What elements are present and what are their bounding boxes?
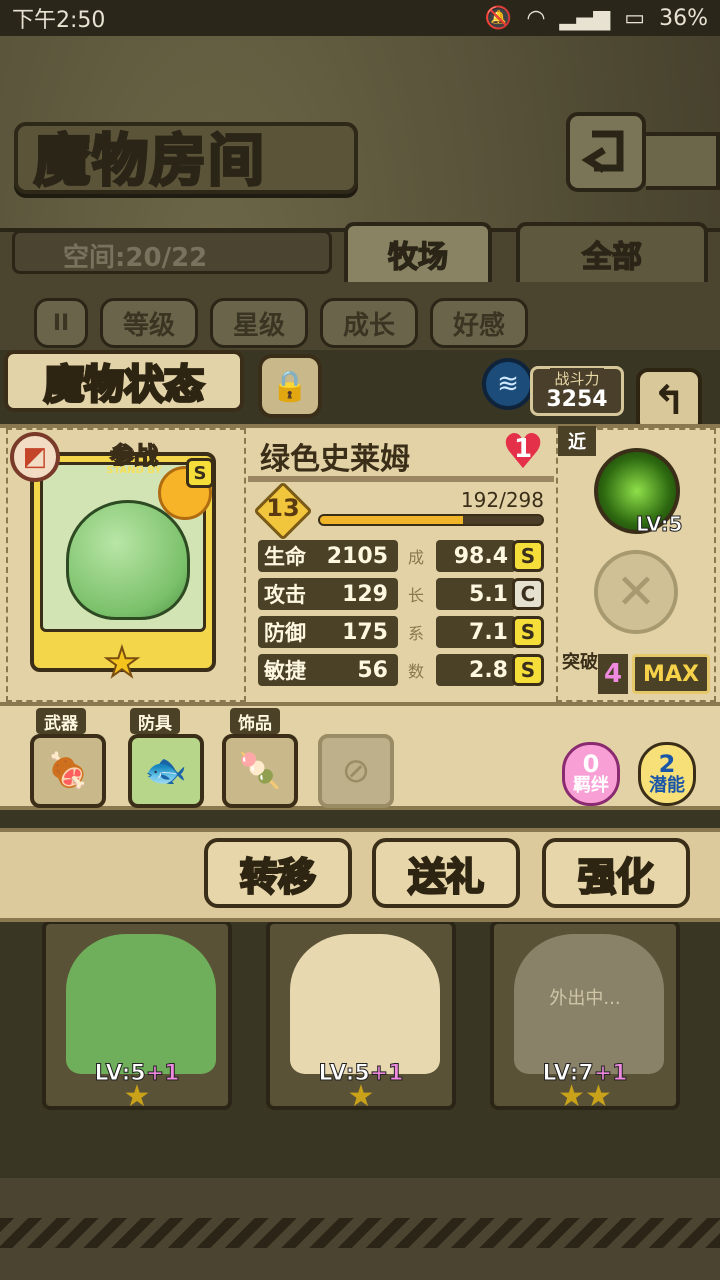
filter-growth[interactable]: 成长 — [320, 298, 419, 348]
power-box: 战斗力 3254 — [530, 366, 624, 416]
growth-char: 成 — [408, 548, 425, 567]
filter-row: II 等级 星级 成长 好感 — [34, 298, 529, 348]
roster-card[interactable]: 外出中... LV:7+1 ★★ — [490, 920, 680, 1110]
stat-row: 敏捷 56 数 2.8 S — [258, 654, 548, 686]
growth-char: 系 — [408, 624, 425, 643]
status-title: 魔物状态 — [4, 350, 244, 412]
grade-badge: S — [512, 616, 544, 648]
status-bar: 下午2:50 🔕 ◠ ▂▄▆ ▭ 36% — [0, 0, 720, 36]
exp-fill — [320, 516, 463, 524]
breakthrough-value: 4 — [598, 654, 628, 694]
weapon-slot[interactable]: 🍖 — [30, 734, 106, 808]
empty-skill-slot[interactable]: ✕ — [594, 550, 678, 634]
standby-banner: 参战 STAND BY — [106, 441, 162, 476]
potential-label: 潜能 — [649, 775, 685, 796]
grade-badge: S — [512, 654, 544, 686]
star-icon: ★★ — [558, 1079, 612, 1110]
potential-button[interactable]: 2 潜能 — [638, 742, 696, 806]
bond-value: 0 — [582, 750, 600, 778]
battery-icon: ▭ — [624, 5, 646, 31]
growth-value: 98.4 — [436, 540, 516, 572]
stat-value: 129 — [342, 581, 388, 607]
filter-star[interactable]: 星级 — [210, 298, 309, 348]
gift-button[interactable]: 送礼 — [372, 838, 520, 908]
tab-ranch[interactable]: 牧场 — [344, 222, 492, 282]
return-arrow-icon — [581, 130, 624, 173]
lock-button[interactable]: 🔒 — [258, 354, 322, 418]
locked-slot: ⊘ — [318, 734, 394, 808]
level-value: 13 — [266, 494, 300, 522]
role-icon: ◩ — [10, 432, 60, 482]
torn-edge — [0, 1218, 720, 1248]
potential-value: 2 — [658, 750, 676, 778]
star-icon: ★ — [103, 639, 141, 687]
growth-char: 长 — [408, 586, 425, 605]
growth-value: 7.1 — [436, 616, 516, 648]
grade-badge: C — [512, 578, 544, 610]
weapon-label: 武器 — [36, 708, 86, 734]
bond-label: 羁绊 — [573, 775, 609, 796]
grade-badge: S — [512, 540, 544, 572]
skewer-icon: 🍡 — [238, 751, 282, 791]
stat-value: 2105 — [326, 543, 388, 569]
divider — [248, 476, 554, 482]
growth-value: 2.8 — [436, 654, 516, 686]
stat-value: 175 — [342, 619, 388, 645]
stat-row: 防御 175 系 7.1 S — [258, 616, 548, 648]
enhance-button[interactable]: 强化 — [542, 838, 690, 908]
monster-name: 绿色史莱姆 — [260, 442, 410, 477]
affection-value: 1 — [513, 434, 533, 464]
roster-card[interactable]: LV:5+1 ★ — [42, 920, 232, 1110]
stat-value: 56 — [357, 657, 388, 683]
bond-button[interactable]: 0 羁绊 — [562, 742, 620, 806]
filter-level[interactable]: 等级 — [100, 298, 199, 348]
meat-icon: 🍖 — [46, 751, 90, 791]
tab-all[interactable]: 全部 — [516, 222, 708, 282]
power-value: 3254 — [546, 387, 608, 412]
stat-row: 生命 2105 成 98.4 S — [258, 540, 548, 572]
accessory-label: 饰品 — [230, 708, 280, 734]
star-icon: ★ — [347, 1079, 375, 1110]
roster-card[interactable]: LV:5+1 ★ — [266, 920, 456, 1110]
space-counter: 空间:20/22 — [12, 230, 332, 274]
breakthrough-label: 突破 — [562, 652, 598, 673]
skill-level: LV:5 — [635, 512, 683, 537]
fish-icon: 🐟 — [144, 751, 188, 791]
pause-button[interactable]: II — [34, 298, 88, 348]
armor-label: 防具 — [130, 708, 180, 734]
monster-art — [66, 934, 216, 1074]
return-arrow-icon: ↰ — [652, 378, 686, 424]
wifi-icon: ◠ — [526, 5, 546, 31]
transfer-button[interactable]: 转移 — [204, 838, 352, 908]
mute-icon: 🔕 — [484, 5, 513, 31]
exp-bar — [318, 514, 544, 526]
exp-text: 192/298 — [460, 488, 544, 512]
filter-affection[interactable]: 好感 — [430, 298, 529, 348]
growth-char: 数 — [408, 662, 425, 681]
growth-value: 5.1 — [436, 578, 516, 610]
range-tag: 近 — [558, 426, 596, 456]
accessory-slot[interactable]: 🍡 — [222, 734, 298, 808]
star-icon: ★ — [123, 1079, 151, 1110]
green-slime-art — [66, 500, 190, 620]
power-label: 战斗力 — [550, 368, 604, 389]
back-button[interactable] — [566, 112, 646, 192]
clock: 下午2:50 — [12, 8, 106, 33]
lock-icon: 🔒 — [271, 368, 309, 404]
prohibited-icon: ⊘ — [341, 751, 371, 791]
close-icon: ✕ — [615, 564, 657, 620]
max-button[interactable]: MAX — [632, 654, 710, 694]
stat-row: 攻击 129 长 5.1 C — [258, 578, 548, 610]
page-title: 魔物房间 — [33, 127, 266, 196]
signal-icon: ▂▄▆ — [559, 5, 611, 31]
back-button-extension — [646, 132, 720, 190]
power-icon: ≋ — [482, 358, 534, 410]
away-status: 外出中... — [549, 988, 621, 1009]
battery-level: 36% — [659, 5, 708, 31]
monster-art — [290, 934, 440, 1074]
armor-slot[interactable]: 🐟 — [128, 734, 204, 808]
